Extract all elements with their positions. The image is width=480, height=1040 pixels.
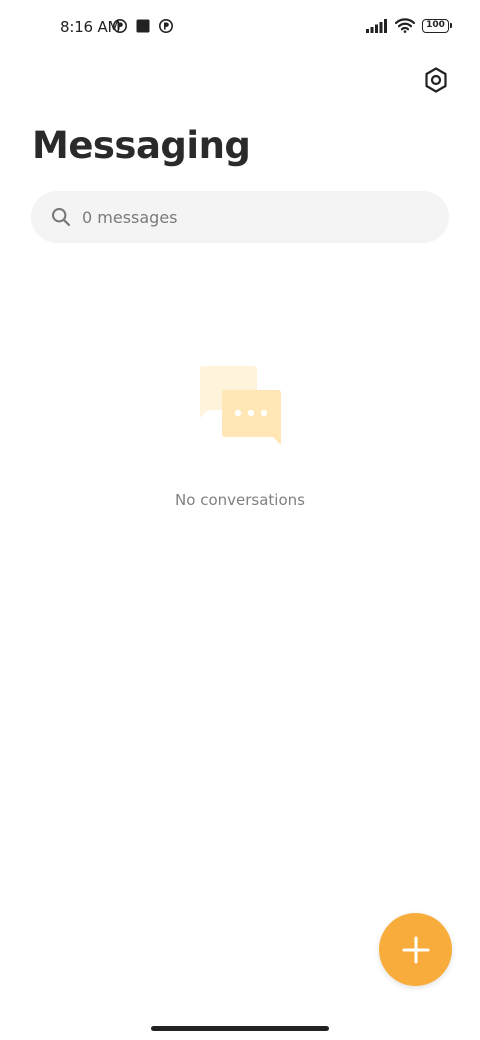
chat-bubbles-icon (200, 366, 281, 445)
status-bar: 8:16 AM 100 (0, 0, 480, 56)
plus-icon (402, 936, 429, 963)
status-time: 8:16 AM (60, 18, 121, 36)
cellular-signal-icon (366, 18, 387, 33)
stop-square-icon (136, 19, 150, 33)
page-title: Messaging (32, 124, 251, 167)
wifi-icon (395, 18, 415, 33)
empty-state-message: No conversations (175, 491, 305, 509)
search-input[interactable] (82, 207, 422, 227)
status-system-icons: 100 (366, 18, 452, 33)
search-bar[interactable] (31, 191, 449, 243)
battery-level: 100 (426, 20, 445, 30)
empty-state: No conversations (0, 365, 480, 509)
notification-app-icon (159, 19, 173, 33)
settings-button[interactable] (422, 66, 450, 94)
battery-icon: 100 (422, 18, 452, 33)
home-indicator[interactable] (151, 1026, 329, 1031)
settings-hexagon-icon (425, 67, 447, 93)
new-conversation-button[interactable] (379, 913, 452, 986)
notification-app-icon (113, 19, 127, 33)
status-notification-icons (113, 19, 173, 33)
search-icon (51, 207, 71, 227)
